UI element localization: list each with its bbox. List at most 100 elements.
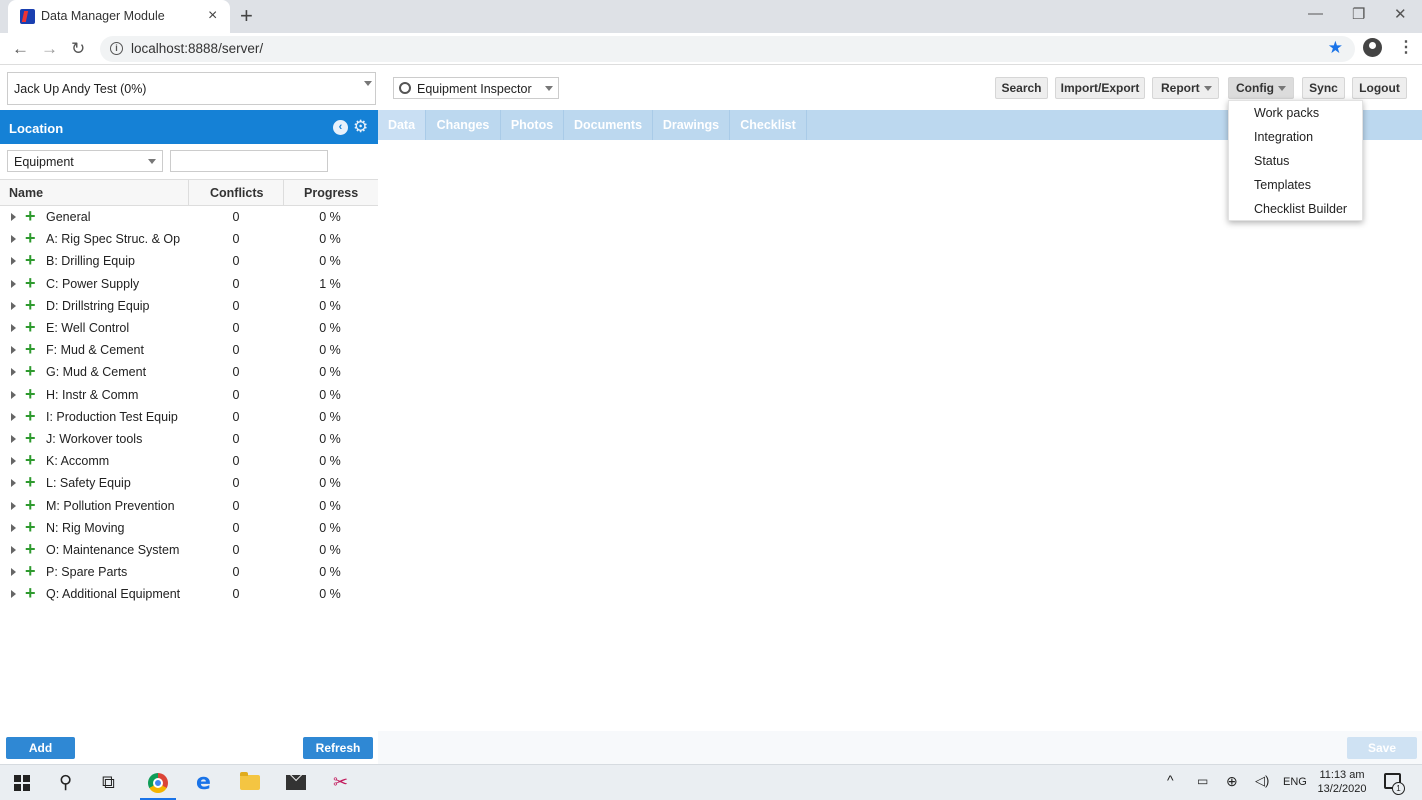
table-row[interactable]: + J: Workover tools 0 0 %	[0, 428, 378, 450]
browser-menu-icon[interactable]: ⋮	[1398, 37, 1414, 57]
table-row[interactable]: + I: Production Test Equip 0 0 %	[0, 406, 378, 428]
expand-arrow-icon[interactable]	[11, 479, 16, 488]
menu-item-checklist-builder[interactable]: Checklist Builder	[1254, 202, 1347, 216]
expand-arrow-icon[interactable]	[11, 435, 16, 443]
info-icon[interactable]: i	[110, 42, 123, 55]
language-indicator[interactable]: ENG	[1283, 776, 1307, 788]
back-arrow-icon[interactable]: ←	[12, 39, 29, 59]
table-row[interactable]: + E: Well Control 0 0 %	[0, 317, 378, 339]
add-child-icon[interactable]: +	[25, 496, 36, 514]
add-child-icon[interactable]: +	[25, 318, 36, 336]
gear-icon[interactable]: ⚙	[353, 118, 368, 136]
add-child-icon[interactable]: +	[25, 562, 36, 580]
snip-tool-icon[interactable]: ✂	[333, 772, 348, 792]
expand-arrow-icon[interactable]	[11, 213, 16, 221]
new-tab-icon[interactable]: +	[240, 4, 253, 28]
expand-arrow-icon[interactable]	[11, 568, 16, 577]
battery-icon[interactable]: ▭	[1197, 774, 1208, 788]
menu-item-templates[interactable]: Templates	[1254, 178, 1311, 192]
add-child-icon[interactable]: +	[25, 385, 36, 403]
import-export-button[interactable]: Import/Export	[1055, 77, 1145, 99]
clock[interactable]: 11:13 am 13/2/2020	[1312, 768, 1372, 796]
tab-data[interactable]: Data	[378, 110, 426, 140]
tab-changes[interactable]: Changes	[426, 110, 501, 140]
browser-tab[interactable]: Data Manager Module ×	[8, 0, 230, 33]
add-child-icon[interactable]: +	[25, 584, 36, 602]
config-button[interactable]: Config	[1228, 77, 1294, 99]
expand-arrow-icon[interactable]	[11, 346, 16, 355]
menu-item-status[interactable]: Status	[1254, 154, 1289, 168]
expand-arrow-icon[interactable]	[11, 324, 16, 332]
table-row[interactable]: + G: Mud & Cement 0 0 %	[0, 361, 378, 383]
add-child-icon[interactable]: +	[25, 518, 36, 536]
expand-arrow-icon[interactable]	[11, 546, 16, 554]
add-child-icon[interactable]: +	[25, 362, 36, 380]
refresh-button[interactable]: Refresh	[303, 737, 373, 759]
collapse-left-icon[interactable]: ‹	[333, 120, 348, 135]
filter-select[interactable]: Equipment	[7, 150, 163, 172]
add-child-icon[interactable]: +	[25, 429, 36, 447]
search-button[interactable]: Search	[995, 77, 1048, 99]
menu-item-integration[interactable]: Integration	[1254, 130, 1313, 144]
url-input[interactable]: i localhost:8888/server/ ★	[100, 36, 1355, 62]
tab-drawings[interactable]: Drawings	[653, 110, 730, 140]
logout-button[interactable]: Logout	[1352, 77, 1407, 99]
restore-icon[interactable]: ❐	[1352, 5, 1365, 23]
column-conflicts[interactable]: Conflicts	[210, 186, 263, 200]
tab-photos[interactable]: Photos	[501, 110, 564, 140]
add-child-icon[interactable]: +	[25, 274, 36, 292]
save-button[interactable]: Save	[1347, 737, 1417, 759]
chevron-up-icon[interactable]: ^	[1167, 772, 1174, 788]
expand-arrow-icon[interactable]	[11, 257, 16, 266]
expand-arrow-icon[interactable]	[11, 590, 16, 599]
add-child-icon[interactable]: +	[25, 251, 36, 269]
search-icon[interactable]: ⚲	[59, 772, 72, 792]
expand-arrow-icon[interactable]	[11, 301, 16, 310]
column-name[interactable]: Name	[9, 186, 43, 200]
chrome-icon[interactable]	[148, 773, 168, 793]
account-icon[interactable]	[1363, 38, 1382, 57]
table-row[interactable]: + General 0 0 %	[0, 206, 378, 228]
expand-arrow-icon[interactable]	[11, 501, 16, 510]
table-row[interactable]: + B: Drilling Equip 0 0 %	[0, 250, 378, 272]
expand-arrow-icon[interactable]	[11, 412, 16, 421]
table-row[interactable]: + F: Mud & Cement 0 0 %	[0, 339, 378, 361]
network-icon[interactable]: ⊕	[1226, 773, 1238, 790]
mail-icon[interactable]	[286, 775, 306, 790]
minimize-icon[interactable]: —	[1308, 5, 1323, 22]
reload-icon[interactable]: ↻	[71, 39, 85, 59]
forward-arrow-icon[interactable]: →	[41, 39, 58, 59]
table-row[interactable]: + C: Power Supply 0 1 %	[0, 273, 378, 295]
add-child-icon[interactable]: +	[25, 451, 36, 469]
expand-arrow-icon[interactable]	[11, 279, 16, 288]
sync-button[interactable]: Sync	[1302, 77, 1345, 99]
add-child-icon[interactable]: +	[25, 229, 36, 247]
task-view-icon[interactable]: ⧉	[102, 772, 115, 792]
inspector-select[interactable]: Equipment Inspector	[393, 77, 559, 99]
table-row[interactable]: + P: Spare Parts 0 0 %	[0, 561, 378, 583]
table-row[interactable]: + Q: Additional Equipment 0 0 %	[0, 583, 378, 605]
tab-documents[interactable]: Documents	[564, 110, 653, 140]
report-button[interactable]: Report	[1152, 77, 1219, 99]
column-progress[interactable]: Progress	[304, 186, 358, 200]
close-tab-icon[interactable]: ×	[208, 7, 217, 25]
windows-start-icon[interactable]	[14, 775, 30, 791]
file-explorer-icon[interactable]	[240, 772, 260, 790]
expand-arrow-icon[interactable]	[11, 235, 16, 244]
table-row[interactable]: + N: Rig Moving 0 0 %	[0, 517, 378, 539]
table-row[interactable]: + K: Accomm 0 0 %	[0, 450, 378, 472]
add-button[interactable]: Add	[6, 737, 75, 759]
filter-text-input[interactable]	[170, 150, 328, 172]
window-close-icon[interactable]: ✕	[1394, 5, 1407, 23]
table-row[interactable]: + O: Maintenance System 0 0 %	[0, 539, 378, 561]
table-row[interactable]: + L: Safety Equip 0 0 %	[0, 472, 378, 494]
table-row[interactable]: + M: Pollution Prevention 0 0 %	[0, 495, 378, 517]
expand-arrow-icon[interactable]	[11, 390, 16, 399]
table-row[interactable]: + A: Rig Spec Struc. & Op 0 0 %	[0, 228, 378, 250]
project-select[interactable]: Jack Up Andy Test (0%)	[7, 72, 376, 105]
table-row[interactable]: + D: Drillstring Equip 0 0 %	[0, 295, 378, 317]
add-child-icon[interactable]: +	[25, 296, 36, 314]
add-child-icon[interactable]: +	[25, 540, 36, 558]
expand-arrow-icon[interactable]	[11, 457, 16, 466]
add-child-icon[interactable]: +	[25, 340, 36, 358]
